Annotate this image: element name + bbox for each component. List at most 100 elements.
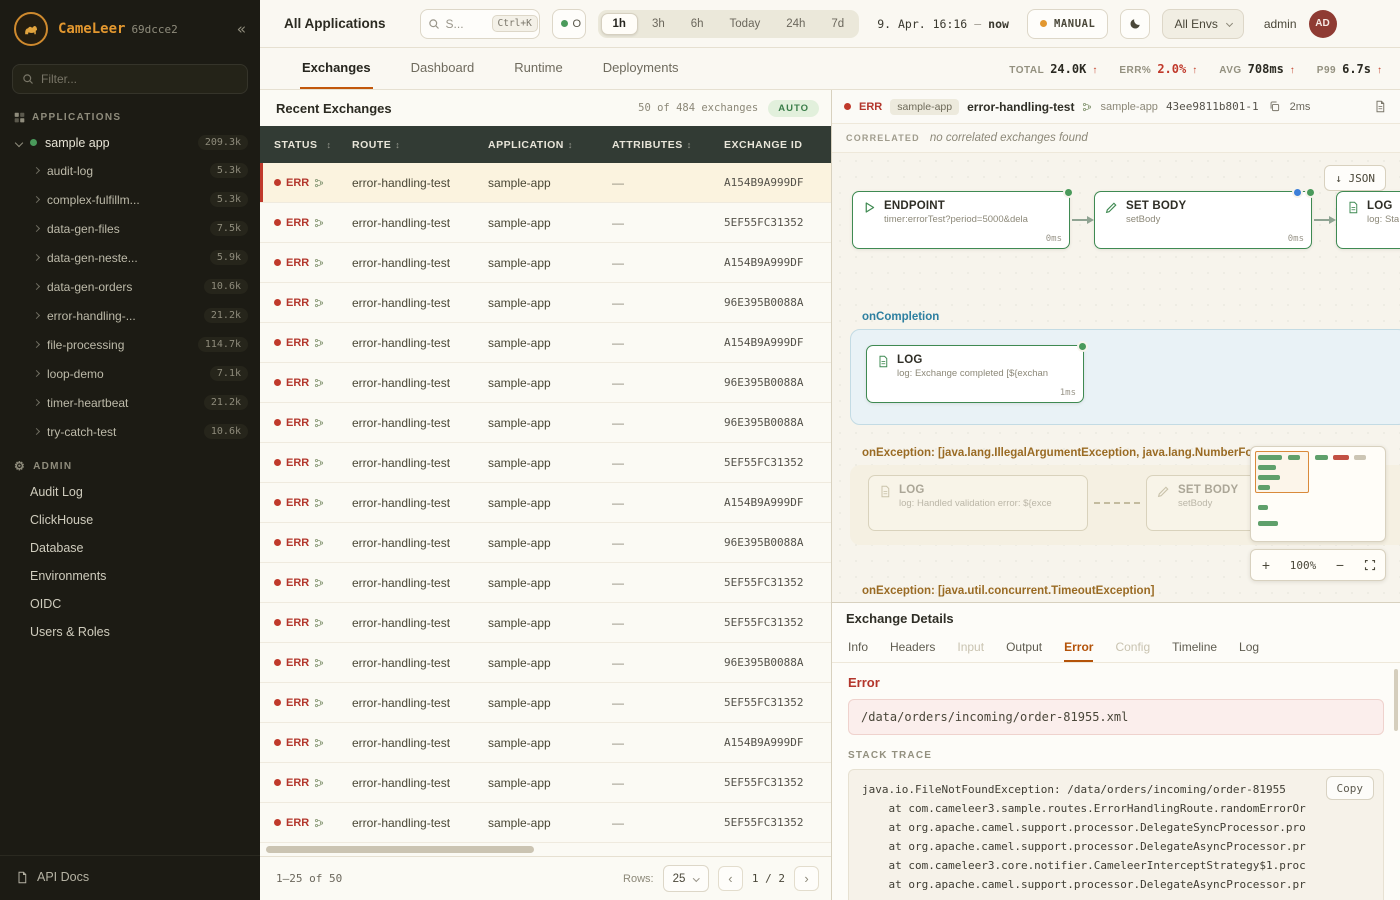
exchange-row[interactable]: ERR error-handling-test sample-app — 5EF… <box>260 443 831 483</box>
trend-up-icon: ↑ <box>1092 65 1097 76</box>
detail-tab[interactable]: Config <box>1115 633 1150 662</box>
sidebar-route-item[interactable]: error-handling-... 21.2k <box>0 301 260 330</box>
detail-tab[interactable]: Output <box>1006 633 1042 662</box>
zoom-out-button[interactable]: − <box>1325 550 1355 580</box>
exchange-row[interactable]: ERR error-handling-test sample-app — A15… <box>260 483 831 523</box>
main-tab[interactable]: Exchanges <box>300 48 373 89</box>
scrollbar-thumb[interactable] <box>266 846 534 853</box>
time-range-button[interactable]: 24h <box>774 13 817 35</box>
rows-per-page-select[interactable]: 25 <box>663 865 709 892</box>
sidebar-admin-item[interactable]: Audit Log <box>0 478 260 506</box>
exchange-row[interactable]: ERR error-handling-test sample-app — 5EF… <box>260 563 831 603</box>
count-badge: 10.6k <box>204 424 248 439</box>
log-file-icon[interactable] <box>1372 98 1388 115</box>
column-header-application[interactable]: APPLICATION↕ <box>488 139 612 151</box>
detail-tab[interactable]: Input <box>957 633 984 662</box>
exchange-row[interactable]: ERR error-handling-test sample-app — A15… <box>260 243 831 283</box>
exchange-row[interactable]: ERR error-handling-test sample-app — 96E… <box>260 283 831 323</box>
api-docs-link[interactable]: API Docs <box>0 855 260 900</box>
flow-node-log[interactable]: LOG log: Sta <box>1336 191 1400 249</box>
column-header-route[interactable]: ROUTE↕ <box>352 139 488 151</box>
main-tab[interactable]: Deployments <box>601 48 681 89</box>
sidebar-admin-item[interactable]: ClickHouse <box>0 506 260 534</box>
detail-tab[interactable]: Log <box>1239 633 1259 662</box>
copy-icon[interactable] <box>1267 99 1282 114</box>
detail-tab[interactable]: Timeline <box>1172 633 1217 662</box>
exchange-row[interactable]: ERR error-handling-test sample-app — A15… <box>260 163 831 203</box>
next-page-button[interactable]: › <box>794 866 819 891</box>
exchange-row[interactable]: ERR error-handling-test sample-app — 5EF… <box>260 763 831 803</box>
sidebar-admin-item[interactable]: OIDC <box>0 590 260 618</box>
sidebar-route-item[interactable]: complex-fulfillm... 5.3k <box>0 185 260 214</box>
detail-tab[interactable]: Info <box>848 633 868 662</box>
fit-view-icon[interactable] <box>1355 550 1385 580</box>
main-tab[interactable]: Runtime <box>512 48 564 89</box>
oncompletion-log-node[interactable]: LOG log: Exchange completed [${exchan 1m… <box>866 345 1084 403</box>
sidebar-route-item[interactable]: data-gen-orders 10.6k <box>0 272 260 301</box>
sidebar-collapse-button[interactable]: « <box>237 20 246 38</box>
sidebar-admin-item[interactable]: Database <box>0 534 260 562</box>
auto-refresh-badge[interactable]: AUTO <box>768 100 819 117</box>
sidebar-route-item[interactable]: timer-heartbeat 21.2k <box>0 388 260 417</box>
vertical-scrollbar-thumb[interactable] <box>1394 669 1398 731</box>
column-header-attributes[interactable]: ATTRIBUTES↕ <box>612 139 724 151</box>
prev-page-button[interactable]: ‹ <box>718 866 743 891</box>
application-chip[interactable]: sample-app <box>890 99 959 115</box>
exchange-row[interactable]: ERR error-handling-test sample-app — 96E… <box>260 363 831 403</box>
time-range-display[interactable]: 9. Apr. 16:16 — now <box>877 17 1009 31</box>
onexception-log-node[interactable]: LOG log: Handled validation error: ${exc… <box>868 475 1088 531</box>
column-header-status[interactable]: STATUS↕ <box>260 139 352 151</box>
app-window: CameLeer69dcce2 « APPLICATIONS sample ap… <box>0 0 1400 900</box>
application-name: sample-app <box>1100 101 1157 113</box>
column-header-exchange-id[interactable]: EXCHANGE ID <box>724 139 831 151</box>
time-range-button[interactable]: 1h <box>601 13 638 35</box>
route-diagram-canvas[interactable]: ↓ JSON ENDPOINT timer:errorTest?period=5… <box>832 152 1400 602</box>
sidebar-route-item[interactable]: audit-log 5.3k <box>0 156 260 185</box>
time-range-button[interactable]: 7d <box>819 13 856 35</box>
download-json-button[interactable]: ↓ JSON <box>1324 165 1386 191</box>
avatar[interactable]: AD <box>1309 10 1337 38</box>
sidebar-admin-item[interactable]: Users & Roles <box>0 618 260 646</box>
sidebar-route-item[interactable]: loop-demo 7.1k <box>0 359 260 388</box>
sidebar-route-item[interactable]: try-catch-test 10.6k <box>0 417 260 446</box>
exchange-row[interactable]: ERR error-handling-test sample-app — 5EF… <box>260 603 831 643</box>
exchange-row[interactable]: ERR error-handling-test sample-app — 96E… <box>260 643 831 683</box>
zoom-in-button[interactable]: + <box>1251 550 1281 580</box>
detail-tab[interactable]: Headers <box>890 633 935 662</box>
sidebar-admin-item[interactable]: Environments <box>0 562 260 590</box>
exchange-row[interactable]: ERR error-handling-test sample-app — 96E… <box>260 523 831 563</box>
exchange-row[interactable]: ERR error-handling-test sample-app — 5EF… <box>260 203 831 243</box>
exchange-row[interactable]: ERR error-handling-test sample-app — A15… <box>260 723 831 763</box>
global-search[interactable]: Ctrl+K <box>420 9 540 39</box>
manual-refresh-button[interactable]: MANUAL <box>1027 9 1109 39</box>
chevron-right-icon <box>33 341 40 348</box>
exchange-id[interactable]: 43ee9811b801-1 <box>1166 100 1259 113</box>
route-name[interactable]: error-handling-test <box>967 100 1074 114</box>
exchange-row[interactable]: ERR error-handling-test sample-app — 5EF… <box>260 803 831 843</box>
exchange-row[interactable]: ERR error-handling-test sample-app — A15… <box>260 323 831 363</box>
flow-node-endpoint[interactable]: ENDPOINT timer:errorTest?period=5000&del… <box>852 191 1070 249</box>
sidebar-item-sample-app[interactable]: sample app 209.3k <box>0 129 260 156</box>
sidebar-filter-input[interactable] <box>41 72 238 86</box>
time-range-button[interactable]: 6h <box>679 13 716 35</box>
exchange-details-section: Exchange Details Info Headers Input Outp… <box>832 602 1400 900</box>
zoom-level: 100% <box>1281 559 1325 572</box>
time-range-button[interactable]: 3h <box>640 13 677 35</box>
flow-node-setbody[interactable]: SET BODY setBody 0ms <box>1094 191 1312 249</box>
diagram-minimap[interactable] <box>1250 446 1386 542</box>
brand-build: 69dcce2 <box>131 23 177 36</box>
main-tab[interactable]: Dashboard <box>409 48 477 89</box>
copy-button[interactable]: Copy <box>1326 776 1375 800</box>
sidebar-route-item[interactable]: file-processing 114.7k <box>0 330 260 359</box>
sidebar-route-item[interactable]: data-gen-files 7.5k <box>0 214 260 243</box>
horizontal-scrollbar[interactable] <box>260 844 831 856</box>
live-indicator[interactable]: O <box>552 9 586 39</box>
sidebar-route-item[interactable]: data-gen-neste... 5.9k <box>0 243 260 272</box>
exchange-row[interactable]: ERR error-handling-test sample-app — 96E… <box>260 403 831 443</box>
environment-select[interactable]: All Envs <box>1162 9 1243 39</box>
time-range-button[interactable]: Today <box>718 13 773 35</box>
detail-tab[interactable]: Error <box>1064 633 1093 662</box>
search-input[interactable] <box>446 17 486 31</box>
dark-mode-toggle[interactable] <box>1120 9 1150 39</box>
exchange-row[interactable]: ERR error-handling-test sample-app — 5EF… <box>260 683 831 723</box>
